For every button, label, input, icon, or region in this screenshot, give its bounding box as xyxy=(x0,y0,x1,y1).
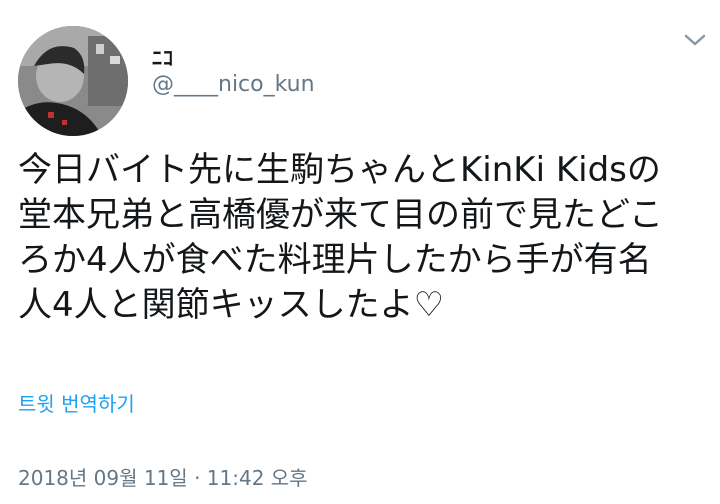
chevron-down-icon[interactable] xyxy=(682,30,708,50)
tweet-timestamp: 2018년 09월 11일 · 11:42 오후 xyxy=(18,466,308,490)
display-name[interactable]: ﾆｺ xyxy=(152,42,174,71)
avatar[interactable] xyxy=(18,26,128,136)
tweet-text: 今日バイト先に生駒ちゃんとKinKi Kidsの 堂本兄弟と高橋優が来て目の前で… xyxy=(18,150,663,325)
tweet-card: ﾆｺ @____nico_kun 今日バイト先に生駒ちゃんとKinKi Kids… xyxy=(0,0,720,504)
avatar-photo xyxy=(18,26,128,136)
translate-tweet-link[interactable]: 트윗 번역하기 xyxy=(18,388,135,417)
user-handle[interactable]: @____nico_kun xyxy=(152,72,315,97)
